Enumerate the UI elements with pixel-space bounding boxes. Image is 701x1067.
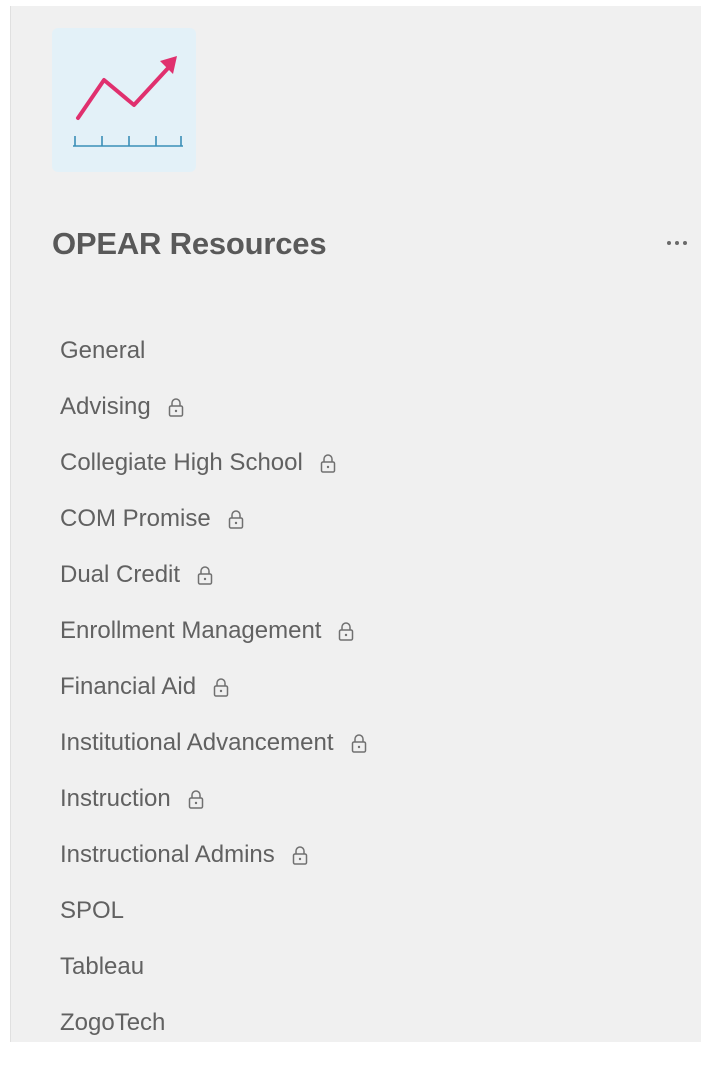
channel-label: COM Promise [60, 505, 211, 532]
channel-label: Tableau [60, 953, 145, 980]
channel-item-instruction[interactable]: Instruction [60, 771, 370, 827]
channel-label: Institutional Advancement [60, 729, 334, 756]
channel-item-institutional-advancement[interactable]: Institutional Advancement [60, 715, 370, 771]
channel-item-zogotech[interactable]: ZogoTech [60, 995, 370, 1051]
channel-label: Instructional Admins [60, 841, 275, 868]
channel-label: General [60, 337, 146, 364]
lock-icon [194, 563, 216, 587]
more-options-button[interactable] [661, 228, 693, 258]
channel-item-instructional-admins[interactable]: Instructional Admins [60, 827, 370, 883]
channel-label: Advising [60, 393, 151, 420]
trend-chart-icon [73, 56, 183, 147]
lock-icon [165, 395, 187, 419]
channel-label: Collegiate High School [60, 449, 303, 476]
channel-item-enrollment-management[interactable]: Enrollment Management [60, 603, 370, 659]
team-logo[interactable] [52, 28, 196, 172]
channel-item-dual-credit[interactable]: Dual Credit [60, 547, 370, 603]
lock-icon [289, 843, 311, 867]
channel-item-tableau[interactable]: Tableau [60, 939, 370, 995]
channel-item-com-promise[interactable]: COM Promise [60, 491, 370, 547]
channel-item-collegiate-high-school[interactable]: Collegiate High School [60, 435, 370, 491]
channel-label: ZogoTech [60, 1009, 166, 1036]
team-panel: OPEAR Resources General Advising Collegiat… [10, 6, 701, 1042]
channel-label: Instruction [60, 785, 171, 812]
lock-icon [348, 731, 370, 755]
lock-icon [185, 787, 207, 811]
lock-icon [225, 507, 247, 531]
channel-item-financial-aid[interactable]: Financial Aid [60, 659, 370, 715]
channel-label: Financial Aid [60, 673, 197, 700]
channel-item-spol[interactable]: SPOL [60, 883, 370, 939]
more-options-icon [665, 241, 689, 245]
lock-icon [335, 619, 357, 643]
team-title: OPEAR Resources [52, 226, 327, 261]
channel-item-advising[interactable]: Advising [60, 379, 370, 435]
channel-label: Enrollment Management [60, 617, 322, 644]
channel-item-general[interactable]: General [60, 323, 370, 379]
lock-icon [317, 451, 339, 475]
channel-label: Dual Credit [60, 561, 181, 588]
lock-icon [210, 675, 232, 699]
channel-label: SPOL [60, 897, 125, 924]
channel-list: General Advising Collegiate High School COM… [60, 323, 370, 1051]
